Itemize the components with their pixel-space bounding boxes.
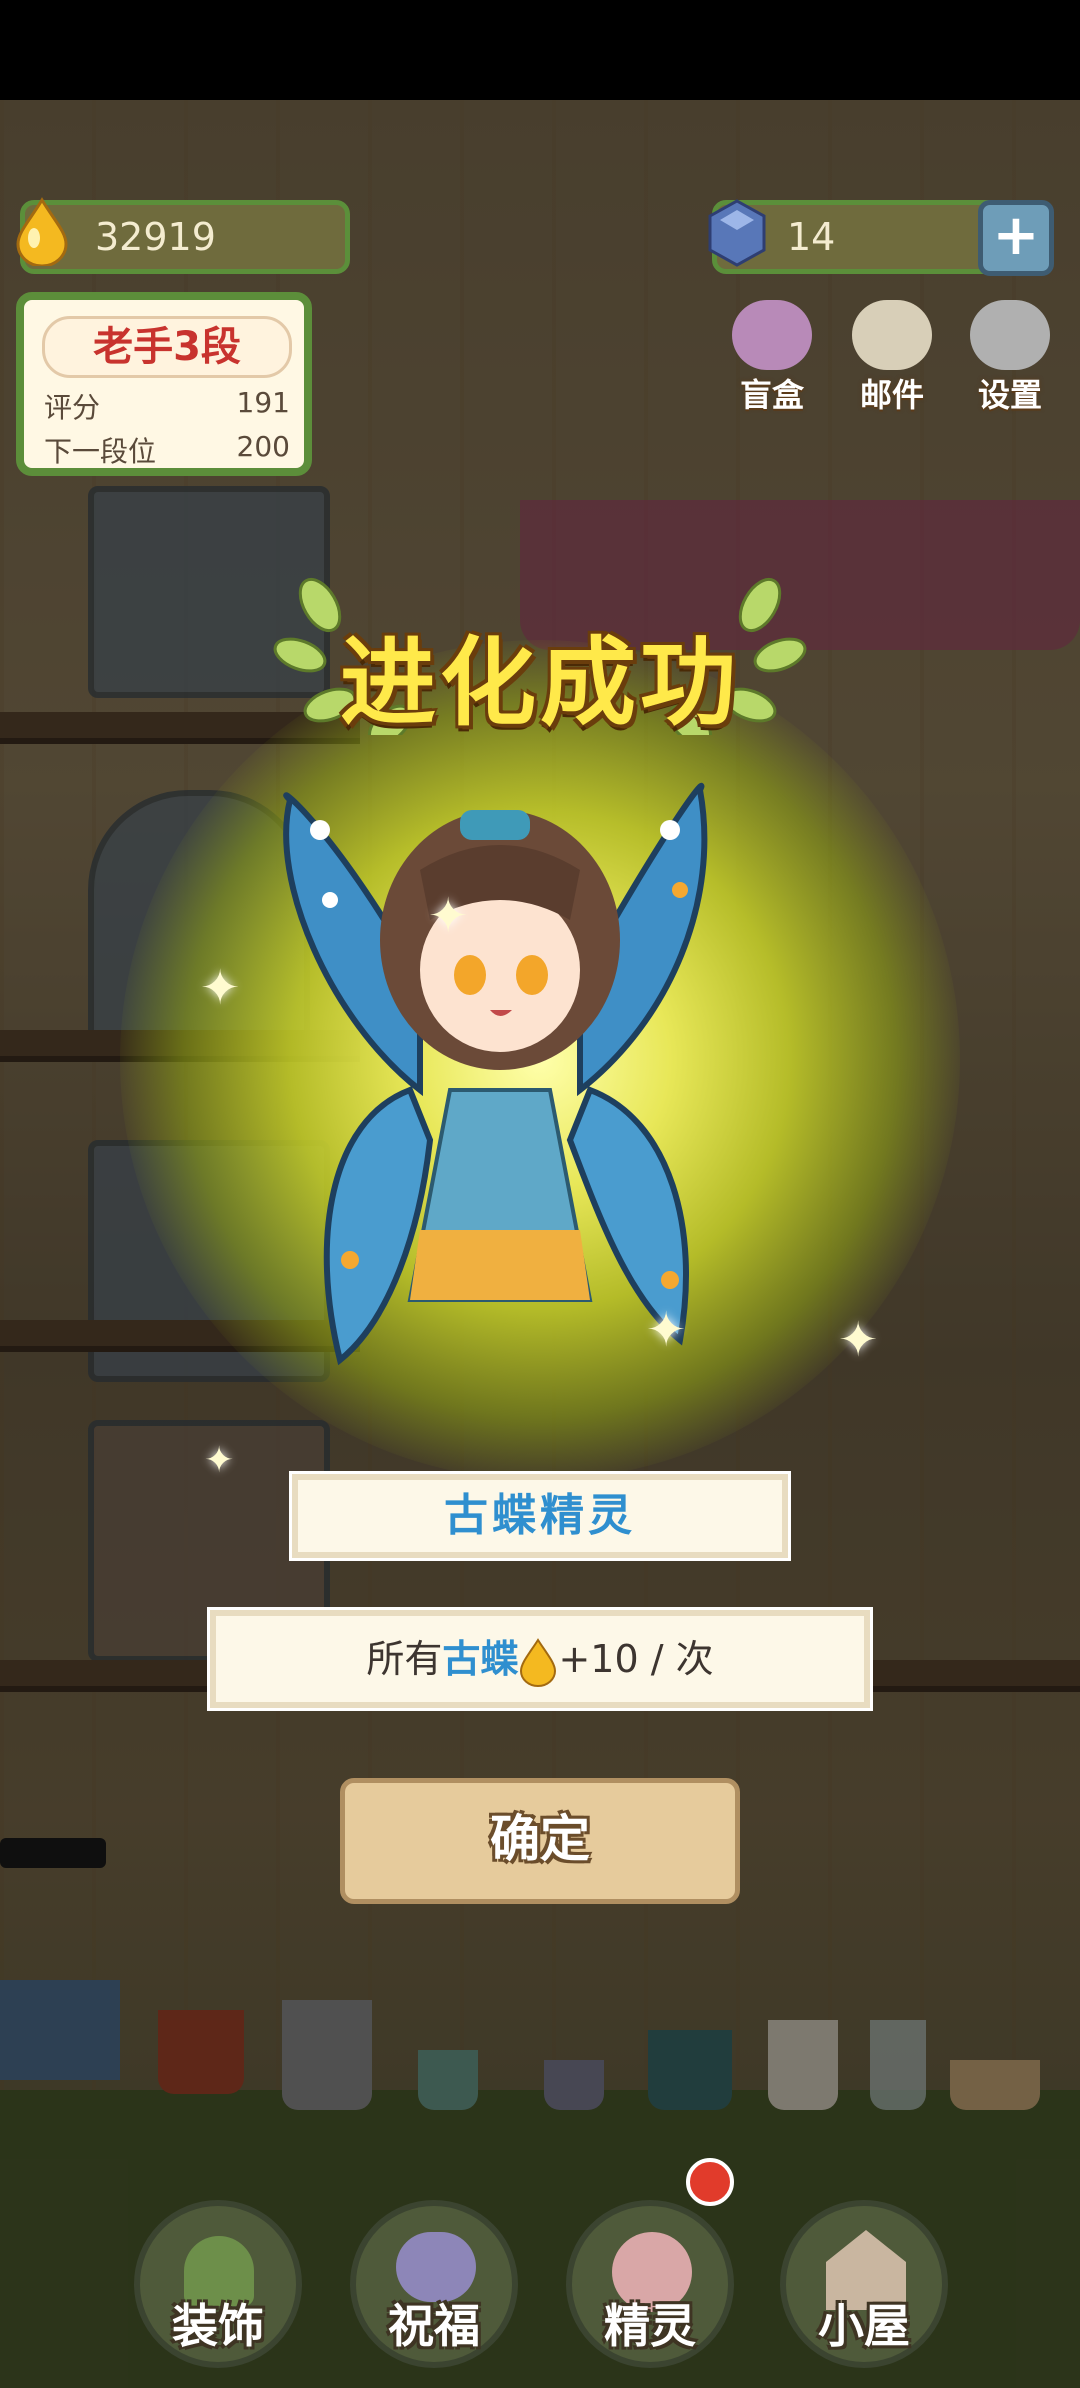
score-value: 191 [236,386,290,419]
gem-icon [708,199,766,267]
rank-title: 老手3段 [42,316,292,378]
blind-box-label: 盲盒 [739,376,804,414]
add-gems-button[interactable]: + [978,200,1054,276]
fairy-nav-label: 精灵 [604,2299,696,2353]
drop-icon [16,197,68,266]
sparkle-icon: ✦ [838,1312,879,1368]
settings-label: 设置 [977,376,1042,414]
blind-box-button[interactable]: 盲盒 [724,300,820,416]
character-name: 古蝶精灵 [444,1490,636,1541]
bonus-prefix: 所有 [366,1637,443,1681]
evolution-success-title: 进化成功 [340,627,740,739]
mail-button[interactable]: 邮件 [844,300,940,416]
gift-box-icon [732,300,812,370]
next-rank-label: 下一段位 [44,435,157,468]
sparkle-icon: ✦ [204,1440,235,1481]
blessing-nav-label: 祝福 [388,2299,480,2353]
sparkle-icon: ✦ [428,888,469,944]
mail-icon [852,300,932,370]
evolution-success-banner: 进化成功 [270,565,810,739]
sparkle-icon: ✦ [200,960,241,1016]
score-label: 评分 [44,391,101,424]
gear-icon [970,300,1050,370]
next-rank-row: 下一段位 200 [44,430,290,470]
confirm-button[interactable]: 确定 [340,1778,740,1904]
decorate-nav-label: 装饰 [172,2299,264,2353]
drop-count: 32919 [95,215,216,259]
cabin-nav-label: 小屋 [818,2299,910,2353]
score-row: 评分 191 [44,386,290,426]
notification-badge [686,2158,734,2206]
mail-label: 邮件 [859,376,924,414]
drop-icon [520,1637,557,1687]
bonus-highlight: 古蝶 [442,1637,519,1681]
bonus-description-plate: 所有古蝶 +10 / 次 [210,1610,870,1708]
status-bar [0,0,1080,100]
sparkle-icon: ✦ [646,1302,687,1358]
next-rank-value: 200 [236,430,290,463]
settings-button[interactable]: 设置 [962,300,1058,416]
rank-panel[interactable]: 老手3段 评分 191 下一段位 200 [16,292,312,476]
gem-count: 14 [787,215,836,259]
butterfly-fairy-character [283,782,708,1366]
character-name-plate: 古蝶精灵 [292,1474,788,1558]
bonus-suffix: +10 / 次 [558,1637,714,1681]
